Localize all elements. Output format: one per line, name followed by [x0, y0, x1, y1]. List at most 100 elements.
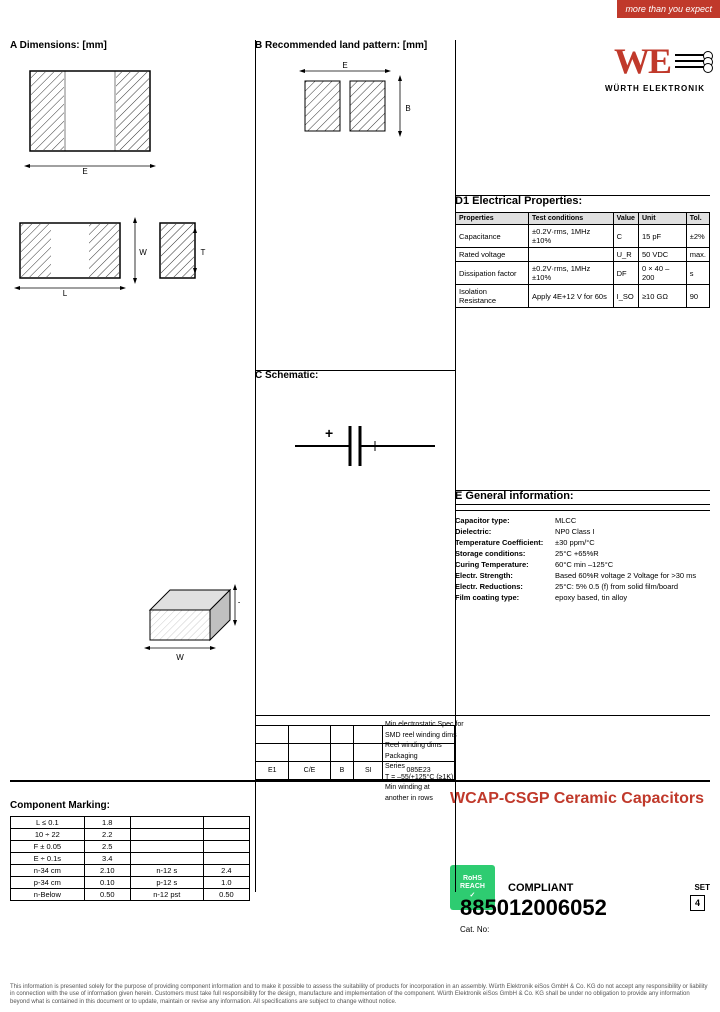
info-label-dielectric: Dielectric: — [455, 527, 555, 536]
section-divider-horiz3 — [455, 490, 710, 491]
info-val-coating: epoxy based, tin alloy — [555, 593, 710, 602]
unit-df: 0 × 40 – 200 — [638, 262, 686, 285]
svg-text:W: W — [176, 653, 184, 662]
general-info-section: E General information: Capacitor type: M… — [455, 490, 710, 602]
test-df: ±0.2V·rms, 1MHz ±10% — [529, 262, 614, 285]
compliant-label: COMPLIANT — [508, 882, 573, 894]
we-line-2 — [675, 60, 705, 62]
marking-cell: 1.8 — [84, 817, 130, 829]
svg-text:+: + — [325, 425, 333, 441]
dimensions-title: A Dimensions: [mm] — [10, 40, 250, 51]
land-pattern-section: B Recommended land pattern: [mm] E B — [255, 40, 455, 263]
table-row: n-34 cm 2.10 n-12 s 2.4 — [11, 865, 250, 877]
marking-cell — [203, 817, 249, 829]
table-row: p-34 cm 0.10 p-12 s 1.0 — [11, 877, 250, 889]
info-val-curing: 60°C min –125°C — [555, 560, 710, 569]
dimension-svg-side: L W T — [10, 203, 230, 343]
marking-cell — [130, 853, 203, 865]
btable-cell: SI — [354, 762, 383, 780]
test-capacitance: ±0.2V·rms, 1MHz ±10% — [529, 225, 614, 248]
top-view-drawing: E — [10, 56, 250, 198]
val-ur: U_R — [613, 248, 638, 262]
info-row-type: Capacitor type: MLCC — [455, 516, 710, 525]
marking-cell — [130, 817, 203, 829]
unit-ir: ≥10 GΩ — [638, 285, 686, 308]
tol-ir: 90 — [686, 285, 709, 308]
section-divider-1 — [10, 780, 710, 782]
order-note-3: Packaging — [385, 752, 465, 763]
svg-text:T: T — [201, 248, 206, 257]
btable-cell — [330, 744, 354, 762]
marking-table: L ≤ 0.1 1.8 10 ÷ 22 2.2 F ± 0.05 2.5 E ÷… — [10, 816, 250, 901]
info-val-strength: Based 60%R voltage 2 Voltage for >30 ms — [555, 571, 710, 580]
info-val-tc: ±30 ppm/°C — [555, 538, 710, 547]
dimensions-section: A Dimensions: [mm] E — [10, 40, 250, 350]
marking-cell: n-12 s — [130, 865, 203, 877]
info-row-tc: Temperature Coefficient: ±30 ppm/°C — [455, 538, 710, 547]
marking-cell: 2.5 — [84, 841, 130, 853]
info-row-coating: Film coating type: epoxy based, tin allo… — [455, 593, 710, 602]
table-row: E ÷ 0.1s 3.4 — [11, 853, 250, 865]
marking-cell: 2.2 — [84, 829, 130, 841]
product-title: WCAP-CSGP Ceramic Capacitors — [450, 790, 710, 808]
table-row: Capacitance ±0.2V·rms, 1MHz ±10% C 15 pF… — [456, 225, 710, 248]
marking-cell: 3.4 — [84, 853, 130, 865]
col-unit: Unit — [638, 213, 686, 225]
marking-cell — [130, 829, 203, 841]
btable-cell: B — [330, 762, 354, 780]
tol-df: s — [686, 262, 709, 285]
we-line-3 — [675, 66, 705, 68]
section-divider-horiz — [255, 370, 455, 371]
marking-cell — [130, 841, 203, 853]
table-row: Dissipation factor ±0.2V·rms, 1MHz ±10% … — [456, 262, 710, 285]
info-val-type: MLCC — [555, 516, 710, 525]
info-label-storage: Storage conditions: — [455, 549, 555, 558]
section-divider-horiz4 — [255, 715, 710, 716]
table-row: Rated voltage U_R 50 VDC max. — [456, 248, 710, 262]
info-label-curing: Curing Temperature: — [455, 560, 555, 569]
info-label-type: Capacitor type: — [455, 516, 555, 525]
rev-box: 4 — [690, 895, 705, 911]
val-df: DF — [613, 262, 638, 285]
set-label: SET — [694, 883, 710, 892]
btable-cell — [354, 744, 383, 762]
col-tol: Tol. — [686, 213, 709, 225]
part-number-text: 885012006052 — [460, 895, 607, 921]
val-iso: I_SO — [613, 285, 638, 308]
btable-cell — [289, 744, 330, 762]
info-label-tc: Temperature Coefficient: — [455, 538, 555, 547]
info-label-strength: Electr. Strength: — [455, 571, 555, 580]
info-val-dielectric: NP0 Class I — [555, 527, 710, 536]
marking-cell: 2.10 — [84, 865, 130, 877]
marking-cell: L ≤ 0.1 — [11, 817, 85, 829]
col-properties: Properties — [456, 213, 529, 225]
col-test: Test conditions — [529, 213, 614, 225]
table-row: 10 ÷ 22 2.2 — [11, 829, 250, 841]
unit-pf: 15 pF — [638, 225, 686, 248]
col-value: Value — [613, 213, 638, 225]
marking-cell: F ± 0.05 — [11, 841, 85, 853]
info-label-coating: Film coating type: — [455, 593, 555, 602]
component-marking-section: Component Marking: L ≤ 0.1 1.8 10 ÷ 22 2… — [10, 800, 250, 901]
marking-cell: 1.0 — [203, 877, 249, 889]
product-title-section: WCAP-CSGP Ceramic Capacitors — [450, 790, 710, 812]
table-row: n-Below 0.50 n-12 pst 0.50 — [11, 889, 250, 901]
marking-cell — [203, 829, 249, 841]
btable-cell: C/E — [289, 762, 330, 780]
marking-cell: 2.4 — [203, 865, 249, 877]
section-divider-vert2 — [455, 40, 456, 892]
component-3d-svg: W T — [130, 570, 240, 680]
cat-label: Cat. No: — [460, 925, 489, 934]
general-info-title: E General information: — [455, 490, 710, 505]
component-marking-title: Component Marking: — [10, 800, 250, 811]
svg-text:B: B — [405, 104, 410, 113]
marking-cell: 0.50 — [203, 889, 249, 901]
btable-cell — [289, 726, 330, 744]
info-val-reductions: 25°C: 5% 0.5 (f) from solid film/board — [555, 582, 710, 591]
header-tagline: more than you expect — [617, 0, 720, 18]
marking-cell: p-34 cm — [11, 877, 85, 889]
land-pattern-svg: E B — [255, 56, 455, 256]
btable-cell: E1 — [256, 762, 289, 780]
btable-cell — [354, 726, 383, 744]
section-divider-vert — [255, 40, 256, 892]
